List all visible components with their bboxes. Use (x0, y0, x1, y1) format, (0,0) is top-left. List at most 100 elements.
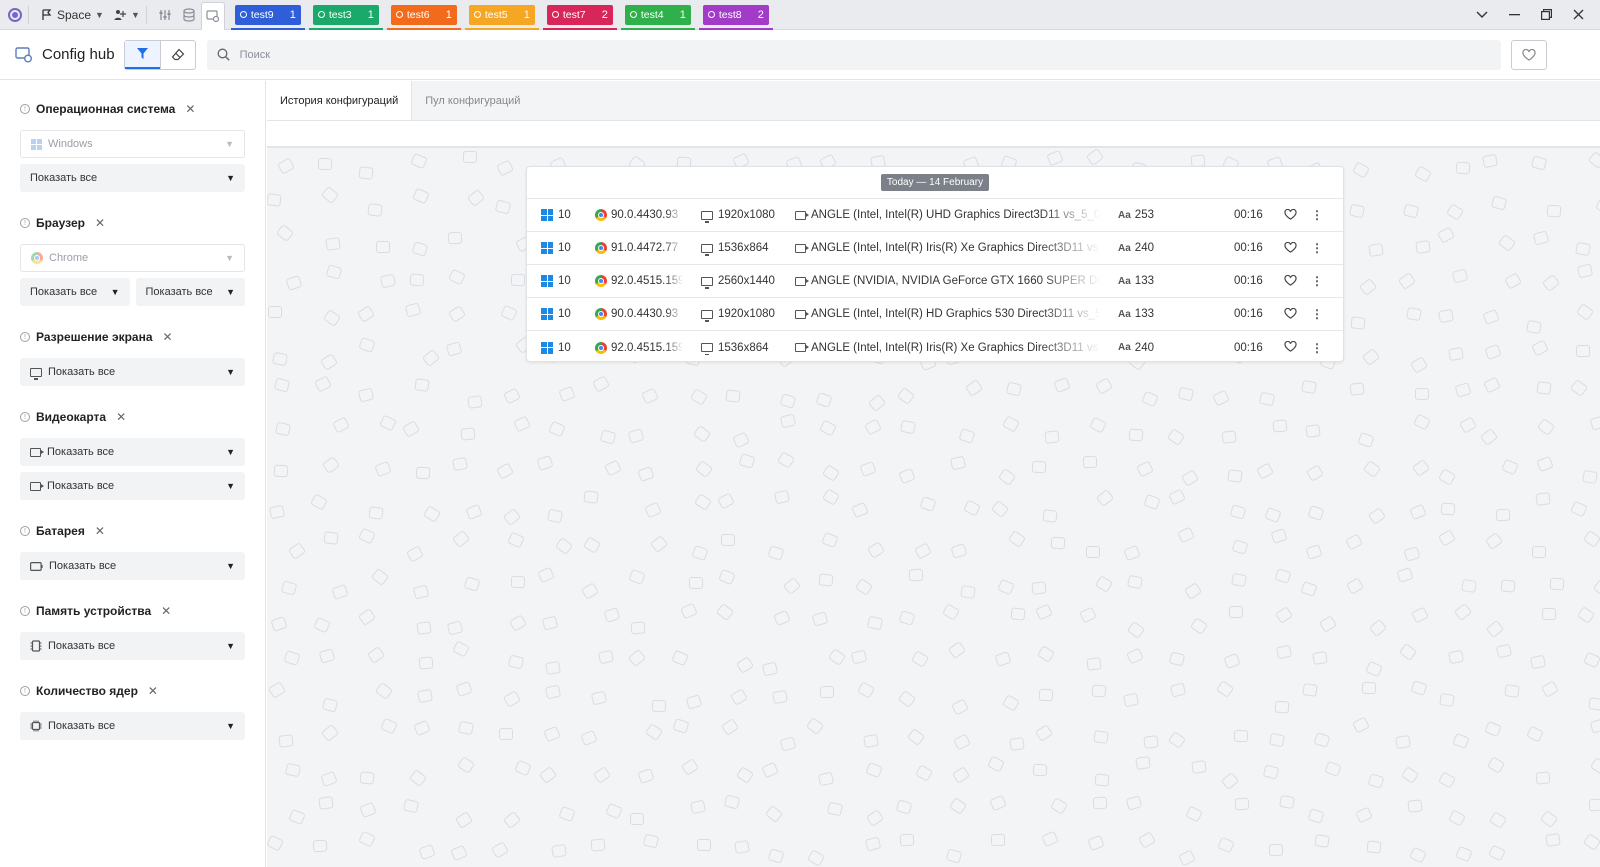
pattern-shape (857, 681, 876, 699)
heart-icon[interactable] (1284, 308, 1297, 319)
gpu-model-select[interactable]: Показать все ▼ (20, 472, 245, 500)
pattern-shape (773, 610, 791, 627)
config-row[interactable]: 10 92.0.4515.159 2560x1440 ANGLE (NVIDIA… (527, 265, 1343, 298)
browser-version-from-select[interactable]: Показать все ▼ (20, 278, 130, 306)
info-icon[interactable]: ! (20, 606, 30, 616)
pattern-shape (558, 806, 576, 823)
battery-select[interactable]: Показать все ▼ (20, 552, 245, 580)
tab-test4[interactable]: test4 1 (620, 4, 695, 30)
resolution-select[interactable]: Показать все ▼ (20, 358, 245, 386)
tab-test6[interactable]: test6 1 (386, 4, 461, 30)
tools-icon (159, 9, 171, 20)
close-icon[interactable]: ✕ (161, 604, 171, 618)
close-icon[interactable] (1564, 3, 1592, 27)
close-icon[interactable]: ✕ (185, 102, 195, 116)
config-row[interactable]: 10 92.0.4515.159 1536x864 ANGLE (Intel, … (527, 331, 1343, 364)
gpu-vendor-select[interactable]: Показать все ▼ (20, 438, 245, 466)
tab-test5[interactable]: test5 1 (464, 4, 539, 30)
os-version-select[interactable]: Показать все ▼ (20, 164, 245, 192)
config-hub-icon (15, 46, 32, 62)
pattern-shape (1269, 732, 1286, 748)
search-input[interactable] (239, 48, 1396, 61)
config-row[interactable]: 10 90.0.4430.93 1920x1080 ANGLE (Intel, … (527, 199, 1343, 232)
config-row[interactable]: 10 91.0.4472.77 1536x864 ANGLE (Intel, I… (527, 232, 1343, 265)
pattern-shape (1413, 413, 1432, 431)
pattern-shape (511, 576, 526, 589)
more-options-icon[interactable]: ⋮ (1311, 208, 1323, 222)
filter-header: ! Операционная система ✕ (20, 101, 245, 117)
config-row[interactable]: 10 90.0.4430.93 1920x1080 ANGLE (Intel, … (527, 298, 1343, 331)
favorites-button[interactable] (1510, 39, 1547, 70)
database-icon (183, 7, 195, 22)
pattern-shape (367, 645, 386, 664)
memory-chip-icon (30, 640, 42, 652)
tab-test3[interactable]: test3 1 (308, 4, 383, 30)
info-icon[interactable]: ! (20, 412, 30, 422)
page-title: Config hub (42, 46, 115, 63)
pattern-shape (1361, 681, 1376, 694)
filter-mode-group (123, 39, 196, 70)
chevron-down-icon[interactable] (1468, 3, 1496, 27)
info-icon[interactable]: ! (20, 104, 30, 114)
database-button[interactable] (177, 3, 201, 27)
pattern-shape (685, 694, 703, 711)
tab-config-pool[interactable]: Пул конфигураций (412, 81, 533, 120)
info-icon[interactable]: ! (20, 218, 30, 228)
pattern-shape (1127, 574, 1144, 590)
heart-icon[interactable] (1284, 275, 1297, 286)
pattern-shape (555, 537, 574, 556)
info-icon[interactable]: ! (20, 686, 30, 696)
filter-title: Количество ядер (36, 684, 138, 698)
close-icon[interactable]: ✕ (95, 216, 105, 230)
close-icon[interactable]: ✕ (95, 524, 105, 538)
pattern-shape (538, 766, 558, 785)
app-logo-icon[interactable] (8, 7, 22, 22)
info-icon[interactable]: ! (20, 332, 30, 342)
heart-icon[interactable] (1284, 209, 1297, 220)
close-icon[interactable]: ✕ (148, 684, 158, 698)
restore-icon[interactable] (1532, 3, 1560, 27)
pattern-shape (379, 273, 397, 289)
more-options-icon[interactable]: ⋮ (1311, 307, 1323, 321)
chrome-icon (595, 242, 607, 254)
pattern-shape (1414, 164, 1433, 183)
info-icon[interactable]: ! (20, 526, 30, 536)
space-selector[interactable]: Space ▼ (41, 8, 104, 22)
tab-name: test8 (718, 8, 742, 21)
memory-select[interactable]: Показать все ▼ (20, 632, 245, 660)
tab-test8[interactable]: test8 2 (698, 4, 773, 30)
os-select[interactable]: Windows ▼ (20, 130, 245, 158)
pattern-shape (1448, 649, 1465, 664)
pattern-shape (379, 414, 398, 432)
tab-config-history[interactable]: История конфигураций (267, 81, 413, 120)
cores-select[interactable]: Показать все ▼ (20, 712, 245, 740)
browser-select[interactable]: Chrome ▼ (20, 244, 245, 272)
tab-test7[interactable]: test7 2 (542, 4, 617, 30)
tab-test9[interactable]: test9 1 (230, 4, 305, 30)
more-options-icon[interactable]: ⋮ (1311, 241, 1323, 255)
tools-button[interactable] (153, 3, 177, 27)
browser-version-to-select[interactable]: Показать все ▼ (135, 278, 245, 306)
more-options-icon[interactable]: ⋮ (1311, 274, 1323, 288)
close-icon[interactable]: ✕ (116, 410, 126, 424)
pattern-shape (1589, 798, 1600, 812)
pattern-shape (1569, 378, 1589, 397)
pattern-shape (899, 419, 916, 435)
pattern-shape (773, 489, 790, 505)
pattern-shape (854, 578, 873, 597)
close-icon[interactable]: ✕ (163, 330, 173, 344)
more-options-icon[interactable]: ⋮ (1311, 341, 1323, 355)
pattern-shape (1031, 460, 1047, 474)
minimize-icon[interactable] (1500, 3, 1528, 27)
share-menu-button[interactable]: ▼ (114, 9, 140, 21)
filter-button[interactable] (124, 40, 160, 69)
pattern-shape (649, 535, 668, 554)
pattern-shape (447, 304, 466, 323)
gpu-cell: ANGLE (Intel, Intel(R) UHD Graphics Dire… (795, 209, 1101, 221)
pattern-shape (1345, 533, 1364, 551)
heart-icon[interactable] (1284, 242, 1297, 253)
heart-icon[interactable] (1284, 341, 1297, 352)
pattern-shape (779, 414, 796, 429)
clear-filters-button[interactable] (159, 40, 195, 69)
config-hub-button[interactable] (200, 1, 225, 30)
